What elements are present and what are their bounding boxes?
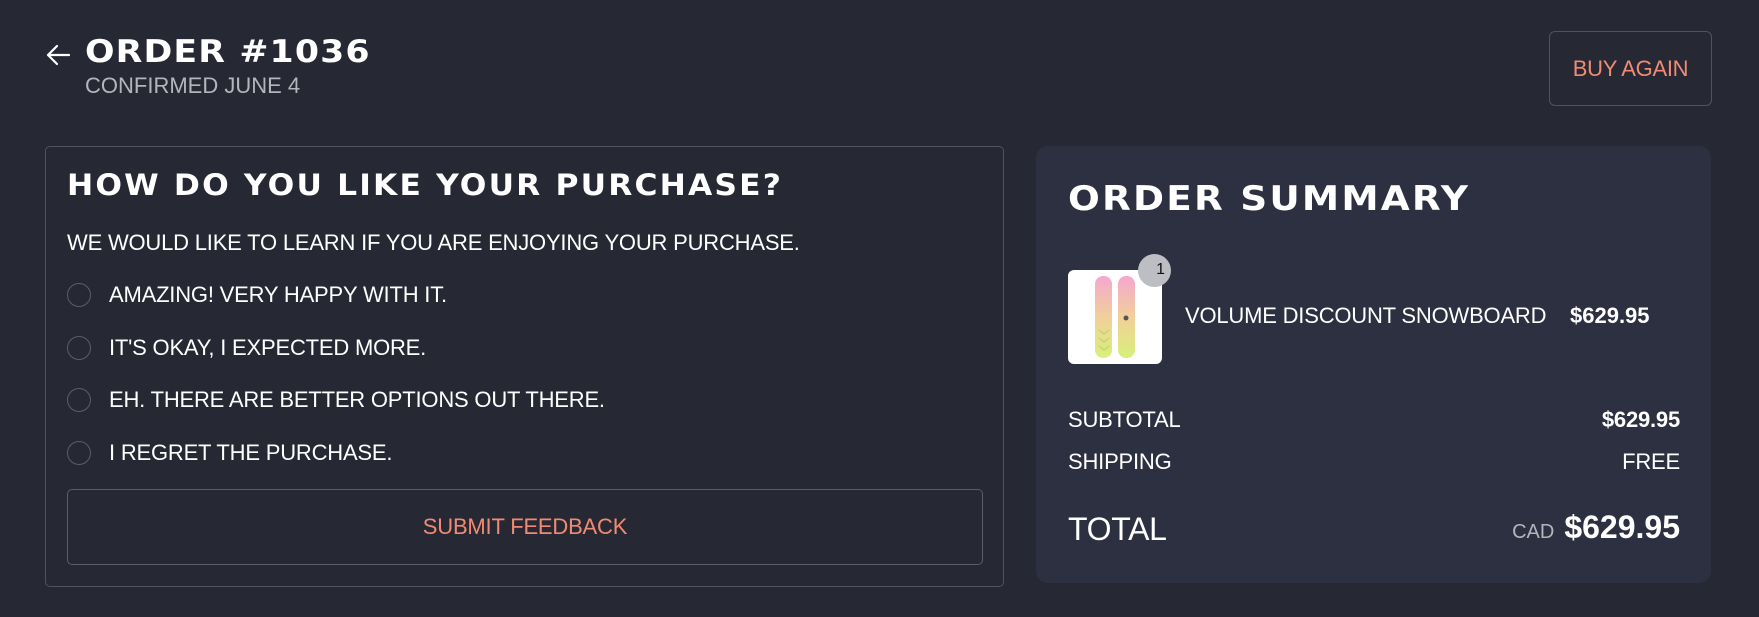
feedback-card: HOW DO YOU LIKE YOUR PURCHASE? WE WOULD … [45,146,1004,587]
order-confirmed-date: CONFIRMED JUNE 4 [85,73,301,98]
submit-feedback-button[interactable]: SUBMIT FEEDBACK [67,489,983,565]
feedback-option-okay[interactable]: IT'S OKAY, I EXPECTED MORE. [67,333,426,363]
currency-code: CAD [1512,521,1555,543]
product-price: $629.95 [1570,303,1650,328]
quantity-badge: 1 [1138,254,1171,287]
radio-button[interactable] [67,441,91,465]
feedback-option-label: I REGRET THE PURCHASE. [109,440,393,465]
shipping-value: FREE [1622,449,1680,474]
subtotal-value: $629.95 [1601,407,1680,432]
order-header: ORDER #1036 CONFIRMED JUNE 4 [45,32,370,100]
feedback-option-eh[interactable]: EH. THERE ARE BETTER OPTIONS OUT THERE. [67,385,605,415]
order-heading-group: ORDER #1036 CONFIRMED JUNE 4 [85,32,370,100]
feedback-description: WE WOULD LIKE TO LEARN IF YOU ARE ENJOYI… [67,230,800,255]
shipping-label: SHIPPING [1068,449,1172,474]
subtotal-label: SUBTOTAL [1068,407,1181,432]
feedback-option-amazing[interactable]: AMAZING! VERY HAPPY WITH IT. [67,280,447,310]
radio-button[interactable] [67,283,91,307]
radio-button[interactable] [67,336,91,360]
feedback-option-label: IT'S OKAY, I EXPECTED MORE. [109,335,427,360]
buy-again-button[interactable]: BUY AGAIN [1549,31,1712,106]
order-title: ORDER #1036 [85,34,371,70]
radio-button[interactable] [67,388,91,412]
product-name: VOLUME DISCOUNT SNOWBOARD [1185,303,1547,328]
total-amount: $629.95 [1564,509,1680,545]
order-summary-card: ORDER SUMMARY VOLUME DISCOUNT SNOWBOARD … [1036,146,1711,583]
total-value-group: CAD $629.95 [1512,508,1680,546]
feedback-option-label: EH. THERE ARE BETTER OPTIONS OUT THERE. [109,387,605,412]
feedback-option-regret[interactable]: I REGRET THE PURCHASE. [67,438,392,468]
feedback-option-label: AMAZING! VERY HAPPY WITH IT. [109,282,447,307]
order-summary-heading: ORDER SUMMARY [1068,179,1471,219]
total-label: TOTAL [1068,511,1167,547]
back-arrow-icon[interactable] [45,42,71,68]
feedback-heading: HOW DO YOU LIKE YOUR PURCHASE? [67,168,784,202]
